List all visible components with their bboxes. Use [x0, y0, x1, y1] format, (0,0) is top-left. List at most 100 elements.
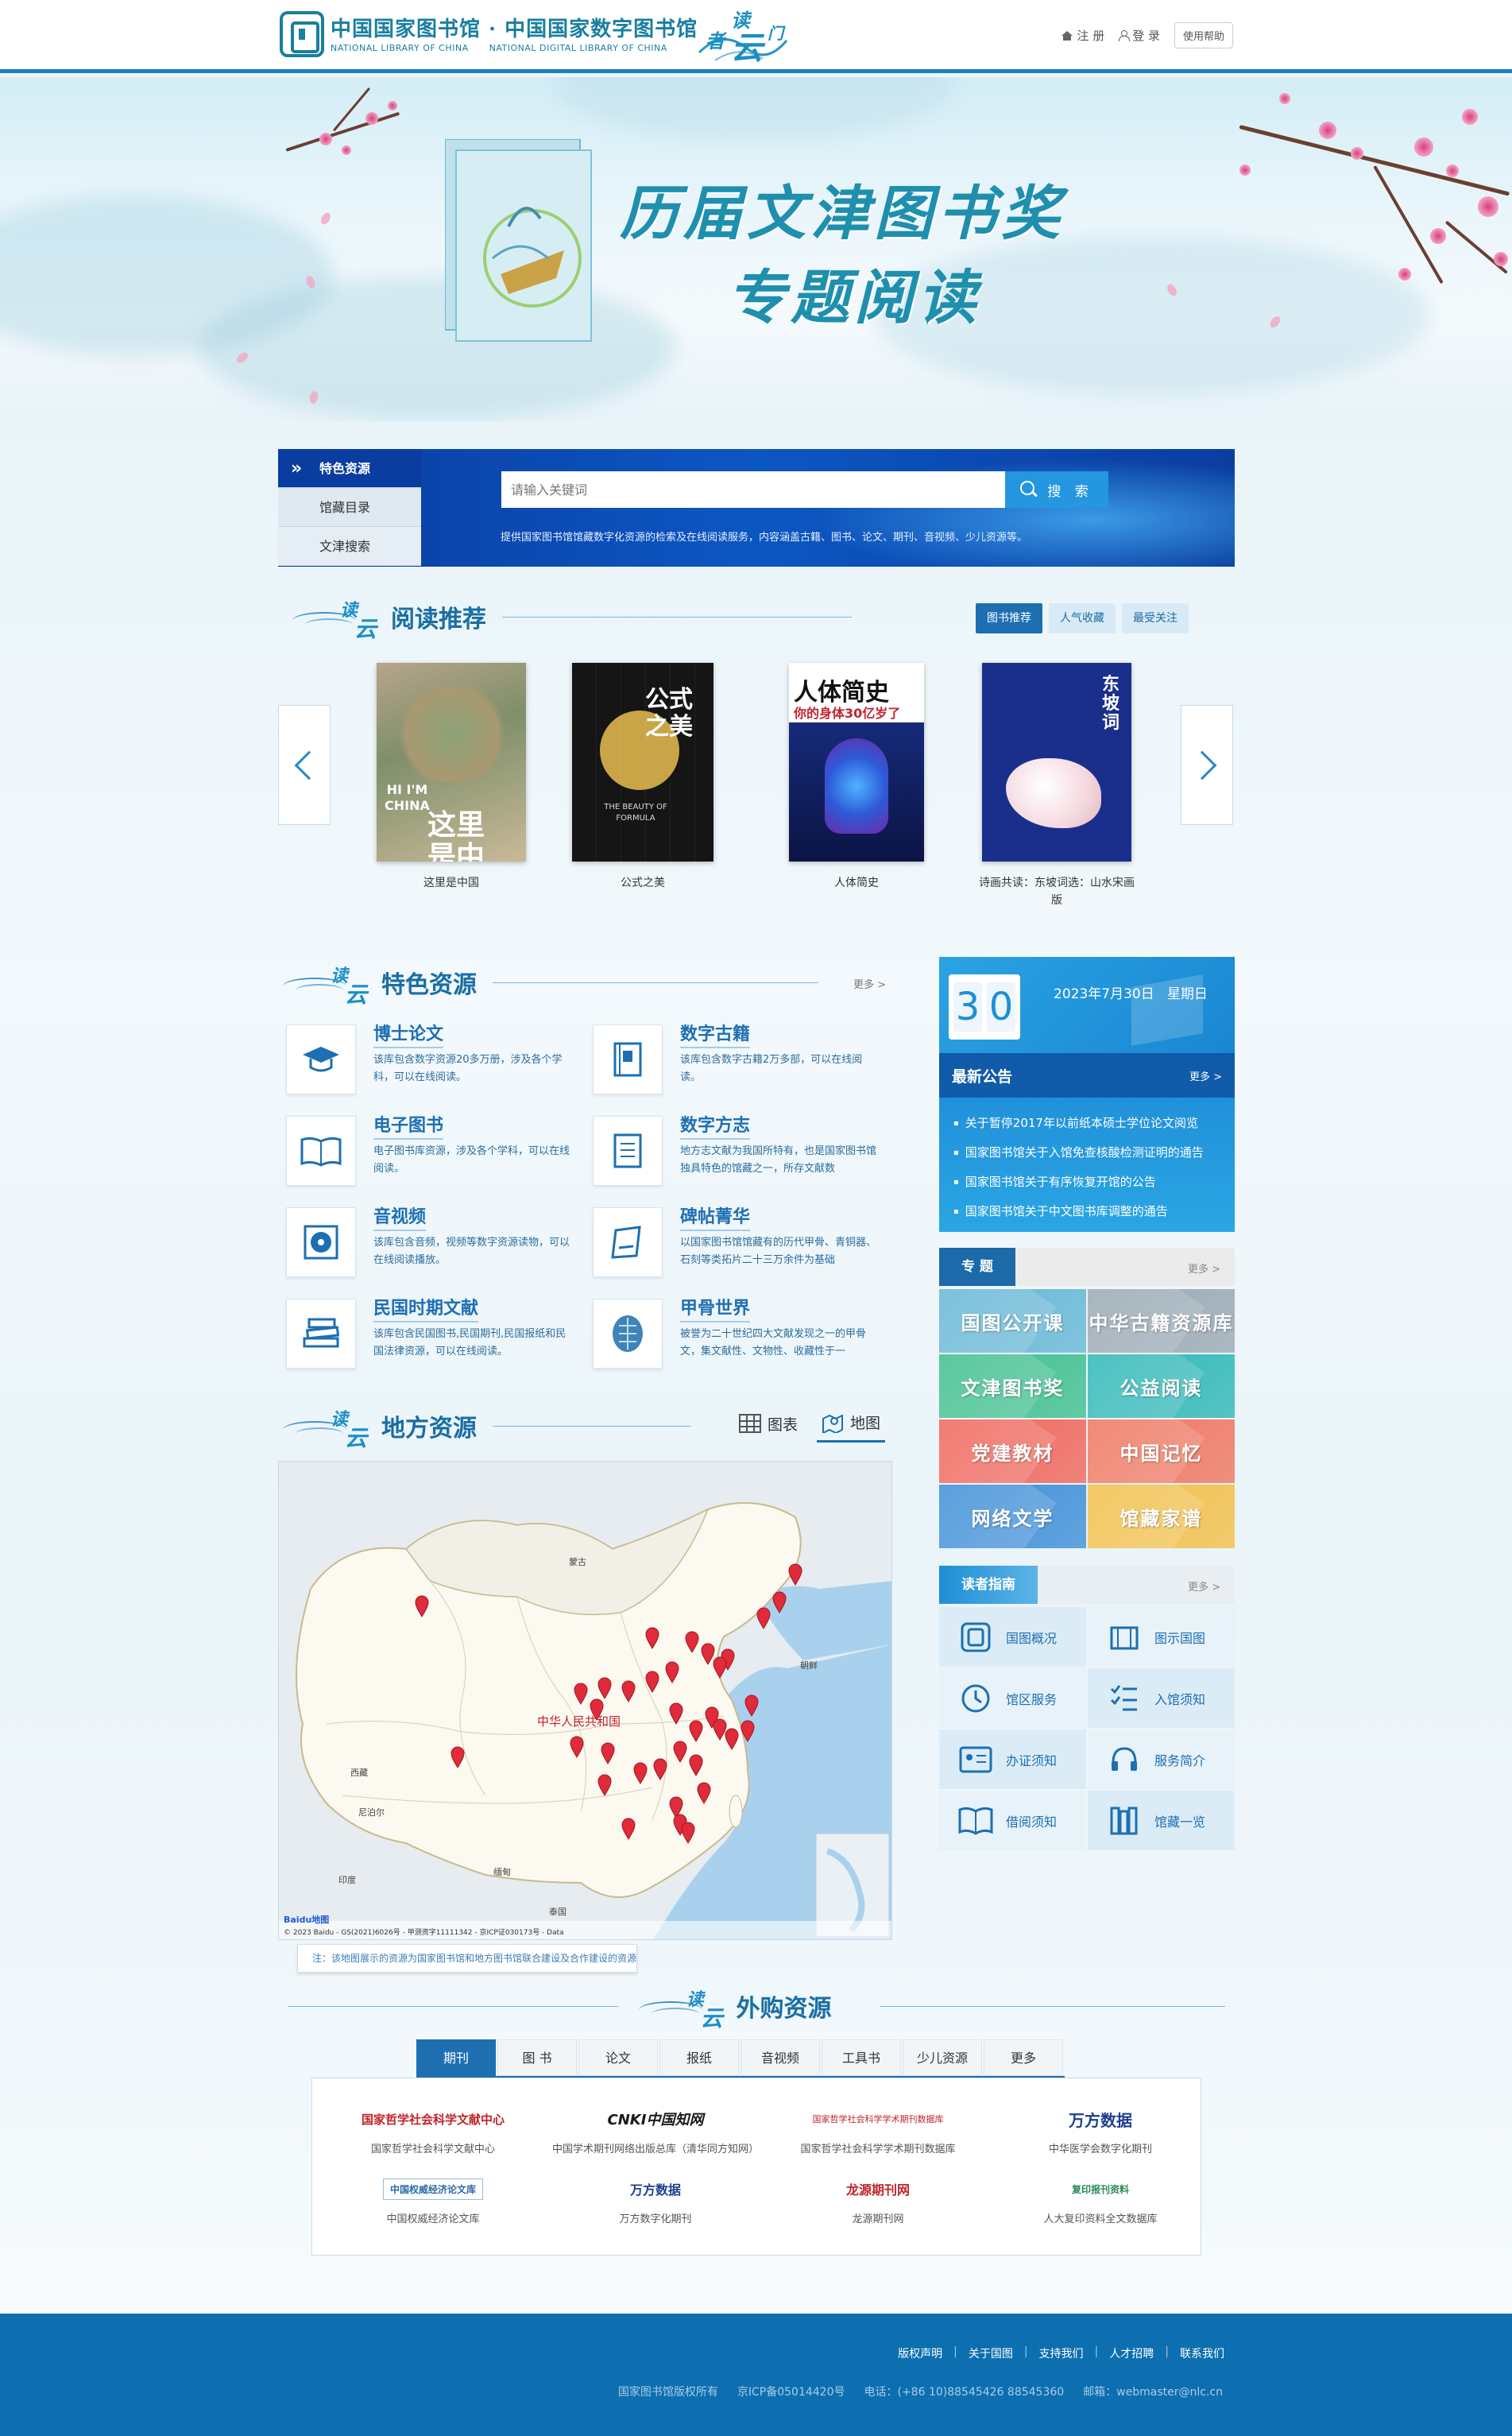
- footer-link[interactable]: 联系我们: [1180, 2345, 1224, 2361]
- document-icon[interactable]: [593, 1116, 663, 1186]
- footer-link[interactable]: 版权声明: [898, 2345, 942, 2361]
- login-link[interactable]: 登 录: [1119, 27, 1160, 44]
- topics-more-link[interactable]: 更多 >: [1188, 1261, 1220, 1276]
- feature-title[interactable]: 数字方志: [680, 1111, 751, 1140]
- library-logo-icon[interactable]: [280, 11, 324, 57]
- resource-logo[interactable]: 复印报刊资料: [997, 2172, 1204, 2206]
- resource-name[interactable]: 中华医学会数字化期刊: [997, 2142, 1204, 2158]
- feature-resource-item[interactable]: 民国时期文献 该库包含民国图书,民国期刊,民国报纸和民国法律资源，可以在线阅读。: [278, 1294, 572, 1373]
- external-resource-item[interactable]: 复印报刊资料 人大复印资料全文数据库: [997, 2172, 1204, 2228]
- help-button[interactable]: 使用帮助: [1174, 22, 1233, 48]
- topic-tile[interactable]: 公益阅读: [1088, 1354, 1235, 1418]
- features-more-link[interactable]: 更多 >: [853, 976, 886, 991]
- external-tab[interactable]: 报纸: [659, 2039, 739, 2076]
- feature-resource-item[interactable]: 电子图书 电子图书库资源，涉及各个学科，可以在线阅读。: [278, 1111, 572, 1191]
- resource-name[interactable]: 中国学术期刊网络出版总库（清华同方知网）: [552, 2142, 759, 2158]
- footer-link[interactable]: 关于国图: [969, 2345, 1013, 2361]
- external-resource-item[interactable]: CNKI中国知网中国学术期刊网络出版总库（清华同方知网）: [552, 2102, 759, 2158]
- carousel-next-button[interactable]: [1181, 705, 1233, 825]
- feature-title[interactable]: 甲骨世界: [680, 1294, 751, 1323]
- external-resource-item[interactable]: 万方数据中华医学会数字化期刊: [997, 2102, 1204, 2158]
- guide-item[interactable]: 办证须知: [939, 1729, 1086, 1789]
- guide-more-link[interactable]: 更多 >: [1188, 1578, 1220, 1594]
- register-link[interactable]: 注 册: [1061, 27, 1104, 44]
- notice-item[interactable]: 国家图书馆关于中文图书库调整的通告: [953, 1197, 1220, 1226]
- external-resource-item[interactable]: 龙源期刊网 龙源期刊网: [775, 2172, 981, 2228]
- resource-name[interactable]: 中国权威经济论文库: [330, 2212, 536, 2228]
- tab-map-view[interactable]: 地图: [817, 1404, 886, 1443]
- search-button[interactable]: 搜 索: [1005, 471, 1108, 508]
- book-name[interactable]: 诗画共读：东坡词选：山水宋画版: [969, 874, 1144, 909]
- topic-tile[interactable]: 网络文学: [939, 1485, 1086, 1548]
- notice-item[interactable]: 关于暂停2017年以前纸本硕士学位论文阅览: [953, 1109, 1220, 1138]
- tab-book-recommend[interactable]: 图书推荐: [976, 603, 1042, 633]
- external-tab[interactable]: 少儿资源: [903, 2039, 982, 2076]
- external-tab[interactable]: 工具书: [822, 2039, 901, 2076]
- guide-item[interactable]: 馆区服务: [939, 1668, 1086, 1728]
- topic-tile[interactable]: 中国记忆: [1088, 1419, 1235, 1483]
- carousel-prev-button[interactable]: [278, 705, 331, 825]
- book-cover[interactable]: 东坡词: [982, 663, 1131, 862]
- external-resource-item[interactable]: 国家哲学社会科学学术期刊数据库 国家哲学社会科学学术期刊数据库: [775, 2102, 981, 2158]
- resource-map[interactable]: 蒙古 中华人民共和国 朝鲜 西藏 尼泊尔 印度 缅甸 泰国 © 2023 Bai…: [278, 1461, 892, 1940]
- feature-resource-item[interactable]: 博士论文 该库包含数字资源20多万册，涉及各个学科，可以在线阅读。: [278, 1020, 572, 1099]
- search-tab-wenjin[interactable]: 文津搜索: [278, 527, 421, 566]
- book-cover[interactable]: 公式之美 THE BEAUTY OF FORMULA: [572, 663, 713, 862]
- resource-logo[interactable]: 龙源期刊网: [775, 2172, 981, 2206]
- book-cover[interactable]: HI I'M CHINA 这里是中国: [377, 663, 526, 862]
- external-tab[interactable]: 音视频: [741, 2039, 820, 2076]
- search-input[interactable]: [501, 471, 1005, 508]
- resource-logo[interactable]: 中国权威经济论文库: [330, 2172, 536, 2206]
- guide-item[interactable]: 入馆须知: [1088, 1668, 1235, 1728]
- feature-resource-item[interactable]: 数字古籍 该库包含数字古籍2万多部，可以在线阅读。: [585, 1020, 879, 1099]
- notice-more-link[interactable]: 更多 >: [1189, 1068, 1222, 1083]
- external-resource-item[interactable]: 万方数据万方数字化期刊: [552, 2172, 759, 2228]
- book-cover[interactable]: 人体简史 你的身体30亿岁了: [789, 663, 924, 862]
- book-stack-icon[interactable]: [286, 1299, 356, 1369]
- guide-item[interactable]: 国图概况: [939, 1607, 1086, 1667]
- search-tab-catalog[interactable]: 馆藏目录: [278, 488, 421, 527]
- footer-link[interactable]: 支持我们: [1039, 2345, 1084, 2361]
- feature-title[interactable]: 碑帖菁华: [680, 1203, 751, 1231]
- external-resource-item[interactable]: 国家哲学社会科学文献中心 国家哲学社会科学文献中心: [330, 2102, 536, 2158]
- disc-icon[interactable]: [286, 1207, 356, 1277]
- feature-resource-item[interactable]: 碑帖菁华 以国家图书馆馆藏有的历代甲骨、青铜器、石刻等类拓片二十三万余件为基础: [585, 1203, 879, 1282]
- notice-item[interactable]: 国家图书馆关于入馆免查核酸检测证明的通告: [953, 1138, 1220, 1168]
- external-tab[interactable]: 图 书: [497, 2039, 577, 2076]
- external-resource-item[interactable]: 中国权威经济论文库 中国权威经济论文库: [330, 2172, 536, 2228]
- book-card[interactable]: 公式之美 THE BEAUTY OF FORMULA 公式之美: [555, 663, 730, 892]
- topic-tile[interactable]: 党建教材: [939, 1419, 1086, 1483]
- open-book-icon[interactable]: [286, 1116, 356, 1186]
- guide-item[interactable]: 馆藏一览: [1088, 1791, 1235, 1850]
- resource-name[interactable]: 国家哲学社会科学学术期刊数据库: [775, 2142, 981, 2158]
- topic-tile[interactable]: 文津图书奖: [939, 1354, 1086, 1418]
- footer-link[interactable]: 人才招聘: [1109, 2345, 1154, 2361]
- feature-resource-item[interactable]: 甲骨世界 被誉为二十世纪四大文献发现之一的甲骨文，集文献性、文物性、收藏性于一: [585, 1294, 879, 1373]
- feature-title[interactable]: 数字古籍: [680, 1020, 751, 1048]
- ancient-book-icon[interactable]: [593, 1024, 663, 1094]
- guide-item[interactable]: 借阅须知: [939, 1791, 1086, 1850]
- feature-title[interactable]: 音视频: [373, 1203, 427, 1231]
- resource-logo[interactable]: 国家哲学社会科学学术期刊数据库: [775, 2102, 981, 2136]
- guide-item[interactable]: 图示国图: [1088, 1607, 1235, 1667]
- feature-title[interactable]: 民国时期文献: [373, 1294, 479, 1323]
- oracle-bone-icon[interactable]: [593, 1299, 663, 1369]
- tab-popular-favorites[interactable]: 人气收藏: [1049, 603, 1116, 633]
- book-card[interactable]: HI I'M CHINA 这里是中国 这里是中国: [364, 663, 539, 892]
- resource-logo[interactable]: 万方数据: [552, 2172, 759, 2206]
- resource-name[interactable]: 龙源期刊网: [775, 2212, 981, 2228]
- feature-title[interactable]: 电子图书: [373, 1111, 444, 1140]
- guide-item[interactable]: 服务简介: [1088, 1729, 1235, 1789]
- external-tab[interactable]: 期刊: [416, 2039, 496, 2076]
- notice-item[interactable]: 国家图书馆关于有序恢复开馆的公告: [953, 1168, 1220, 1197]
- book-card[interactable]: 东坡词 诗画共读：东坡词选：山水宋画版: [969, 663, 1144, 909]
- resource-logo[interactable]: 国家哲学社会科学文献中心: [330, 2102, 536, 2136]
- topic-tile[interactable]: 中华古籍资源库: [1088, 1289, 1235, 1353]
- book-name[interactable]: 公式之美: [555, 874, 730, 892]
- resource-name[interactable]: 万方数字化期刊: [552, 2212, 759, 2228]
- graduation-cap-icon[interactable]: [286, 1024, 356, 1094]
- resource-logo[interactable]: 万方数据: [997, 2102, 1204, 2136]
- resource-logo[interactable]: CNKI中国知网: [552, 2102, 759, 2136]
- book-name[interactable]: 人体简史: [769, 874, 944, 892]
- feature-resource-item[interactable]: 数字方志 地方志文献为我国所特有，也是国家图书馆独具特色的馆藏之一，所存文献数: [585, 1111, 879, 1191]
